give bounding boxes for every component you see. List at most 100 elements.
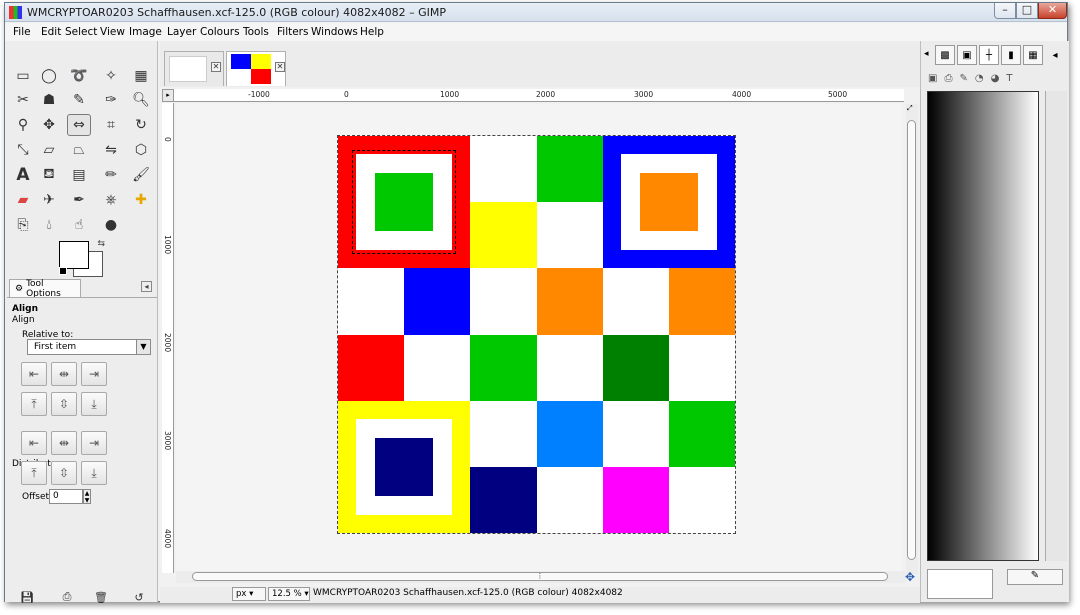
- zoom-fit-icon[interactable]: ⤢: [907, 104, 913, 113]
- image-tab-checker[interactable]: ✕: [226, 51, 286, 86]
- fuzzy-select-icon[interactable]: ✧: [99, 65, 123, 87]
- edit-button[interactable]: ✎: [1007, 569, 1063, 585]
- menu-layer[interactable]: Layer: [167, 26, 196, 38]
- measure-icon[interactable]: ⚲: [11, 114, 35, 136]
- save-options-icon[interactable]: 💾︎: [15, 586, 39, 608]
- eraser-icon[interactable]: ▰: [11, 189, 35, 211]
- ellipse-select-icon[interactable]: ◯: [37, 65, 61, 87]
- lasso-icon[interactable]: ➰: [67, 65, 91, 87]
- align-icon[interactable]: ⇔: [67, 114, 91, 136]
- distribute-bottom-button[interactable]: ⤓: [81, 461, 107, 485]
- tab-palettes[interactable]: ▦: [1023, 45, 1043, 65]
- text-icon[interactable]: T: [1006, 73, 1012, 84]
- smudge-icon[interactable]: ☝: [67, 214, 91, 236]
- rect-select-icon[interactable]: ▭: [11, 65, 35, 87]
- dynamics-icon[interactable]: ◔: [975, 73, 984, 84]
- foreground-color[interactable]: [59, 241, 89, 269]
- menu-edit[interactable]: Edit: [41, 26, 61, 38]
- tab-menu-icon[interactable]: ◂: [1045, 45, 1065, 65]
- ink-icon[interactable]: ✒: [67, 189, 91, 211]
- blend-icon[interactable]: ▤: [67, 164, 91, 186]
- fg-bg-colors[interactable]: ⇆: [59, 239, 105, 277]
- close-icon[interactable]: ✕: [211, 62, 221, 72]
- airbrush-icon[interactable]: ✈: [37, 189, 61, 211]
- unit-select[interactable]: px ▾: [232, 587, 266, 601]
- menu-file[interactable]: File: [13, 26, 31, 38]
- restore-options-icon[interactable]: ⎙: [55, 586, 79, 608]
- rotate-icon[interactable]: ↻: [129, 114, 153, 136]
- menu-select[interactable]: Select: [65, 26, 97, 38]
- gradient-preview[interactable]: [927, 91, 1039, 561]
- swap-colors-icon[interactable]: ⇆: [97, 239, 105, 249]
- perspective-clone-icon[interactable]: ⎘: [11, 214, 35, 236]
- align-top-button[interactable]: ⤒: [21, 392, 47, 416]
- distribute-left-button[interactable]: ⇤: [21, 431, 47, 455]
- tab-patterns[interactable]: ▩: [935, 45, 955, 65]
- image-tab-blank[interactable]: ✕: [164, 51, 224, 86]
- scissors-icon[interactable]: ✂: [11, 89, 35, 111]
- panel-menu-icon[interactable]: ◂: [141, 281, 152, 292]
- offset-field[interactable]: 0: [49, 489, 83, 504]
- chevron-down-icon[interactable]: ▼: [136, 340, 150, 354]
- heal-icon[interactable]: ✚: [129, 189, 153, 211]
- menu-tools[interactable]: Tools: [243, 26, 269, 38]
- maximize-button[interactable]: □: [1016, 3, 1038, 19]
- layers-icon[interactable]: ▣: [928, 73, 937, 84]
- tab-paths[interactable]: ┼: [979, 45, 999, 65]
- text-tool-icon[interactable]: A: [11, 164, 35, 186]
- crop-icon[interactable]: ⌗: [99, 114, 123, 136]
- menu-view[interactable]: View: [100, 26, 125, 38]
- move-icon[interactable]: ✥: [37, 114, 61, 136]
- offset-spinner[interactable]: ▲ ▼: [83, 489, 91, 504]
- paths-icon[interactable]: ✎: [67, 89, 91, 111]
- menu-help[interactable]: Help: [360, 26, 384, 38]
- horizontal-scrollbar[interactable]: ⋮: [176, 571, 906, 583]
- distribute-hcenter-button[interactable]: ⇹: [51, 431, 77, 455]
- tab-gradients[interactable]: ▮: [1001, 45, 1021, 65]
- dock-menu-icon[interactable]: ◂: [924, 49, 929, 59]
- delete-options-icon[interactable]: 🗑︎: [89, 586, 113, 608]
- perspective-icon[interactable]: ⏢: [67, 139, 91, 161]
- reset-options-icon[interactable]: ↺: [127, 586, 151, 608]
- dock-scrollbar[interactable]: [1045, 91, 1067, 561]
- blur-icon[interactable]: 💧︎: [37, 214, 61, 236]
- bucket-fill-icon[interactable]: ⛾: [37, 164, 61, 186]
- menu-windows[interactable]: Windows: [311, 26, 358, 38]
- brush-icon[interactable]: ✎: [959, 73, 967, 84]
- shear-icon[interactable]: ▱: [37, 139, 61, 161]
- relative-to-select[interactable]: First item ▼: [27, 339, 151, 355]
- align-right-button[interactable]: ⇥: [81, 362, 107, 386]
- pencil-icon[interactable]: ✏: [99, 164, 123, 186]
- dodge-burn-icon[interactable]: ●: [99, 214, 123, 236]
- cage-icon[interactable]: ⬡: [129, 139, 153, 161]
- close-icon[interactable]: ✕: [275, 62, 285, 72]
- tab-tool-options[interactable]: ⚙ Tool Options: [9, 279, 81, 299]
- minimize-button[interactable]: –: [994, 3, 1016, 19]
- menu-filters[interactable]: Filters: [277, 26, 308, 38]
- color-select-icon[interactable]: ▦: [129, 65, 153, 87]
- distribute-top-button[interactable]: ⤒: [21, 461, 47, 485]
- menu-colours[interactable]: Colours: [200, 26, 240, 38]
- close-button[interactable]: ✕: [1038, 3, 1067, 19]
- clone-icon[interactable]: ⎈: [99, 189, 123, 211]
- zoom-icon[interactable]: 🔍︎: [129, 89, 153, 111]
- print-icon[interactable]: ⎙: [944, 73, 952, 84]
- distribute-vcenter-button[interactable]: ⇳: [51, 461, 77, 485]
- vertical-scroll-thumb[interactable]: [907, 120, 916, 560]
- distribute-right-button[interactable]: ⇥: [81, 431, 107, 455]
- color-picker-icon[interactable]: ✑: [99, 89, 123, 111]
- align-left-button[interactable]: ⇤: [21, 362, 47, 386]
- zoom-select[interactable]: 12.5 % ▾: [268, 587, 310, 601]
- align-bottom-button[interactable]: ⤓: [81, 392, 107, 416]
- colors-icon[interactable]: ◕: [991, 73, 1000, 84]
- quick-mask-icon[interactable]: ▸: [162, 89, 174, 102]
- align-vcenter-button[interactable]: ⇳: [51, 392, 77, 416]
- horizontal-scroll-thumb[interactable]: ⋮: [192, 572, 888, 581]
- flip-icon[interactable]: ⇋: [99, 139, 123, 161]
- tab-brushes[interactable]: ▣: [957, 45, 977, 65]
- scale-icon[interactable]: ⤡: [11, 139, 35, 161]
- default-colors-icon[interactable]: [59, 267, 67, 275]
- align-hcenter-button[interactable]: ⇹: [51, 362, 77, 386]
- navigate-icon[interactable]: ✥: [905, 570, 915, 584]
- paintbrush-icon[interactable]: 🖌︎: [129, 164, 153, 186]
